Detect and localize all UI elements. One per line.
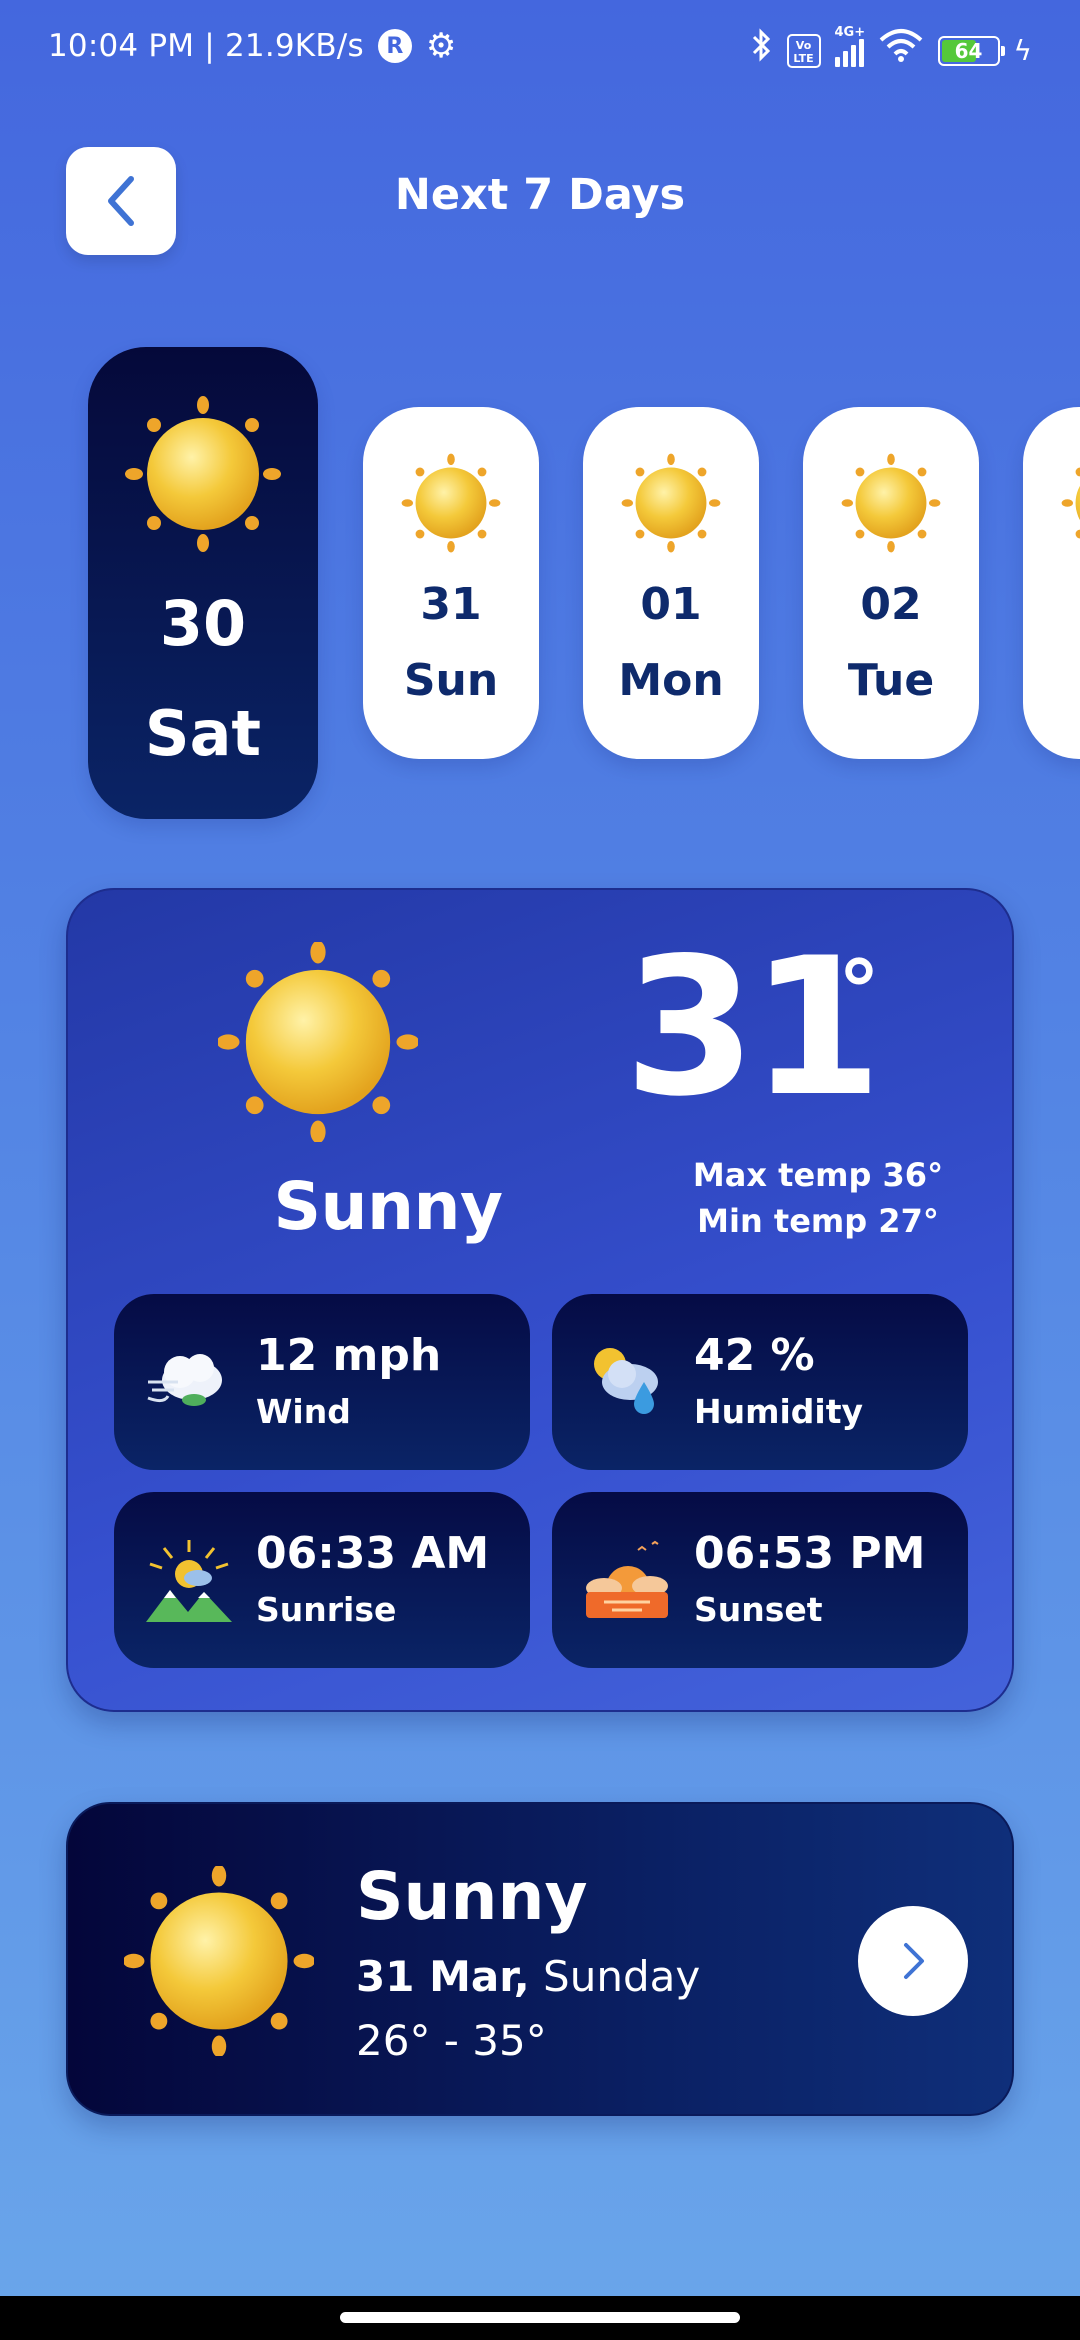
sunrise-value: 06:33 AM [256,1528,490,1579]
wind-cloud-icon [147,1354,222,1406]
day-number: 01 [640,579,702,630]
day-number: 31 [420,579,482,630]
day-name: W [1023,655,1080,706]
sunrise-tile: 06:33 AM Sunrise [114,1492,530,1668]
forecast-weekday: Sunday [529,1952,701,2001]
sunset-value: 06:53 PM [694,1528,926,1579]
forecast-card[interactable]: Sunny 31 Mar, Sunday 26° - 35° [66,1802,1014,2116]
sun-icon [1061,467,1080,539]
max-temp: Max temp 36° [692,1156,944,1194]
day-selector: 30 Sat 31 Sun 01 Mon 02 Tue [0,330,1080,850]
sun-icon [841,453,941,553]
day-card-sun[interactable]: 31 Sun [363,407,539,759]
status-left: 10:04 PM | 21.9KB/s R ⚙ [48,28,456,64]
wind-tile: 12 mph Wind [114,1294,530,1470]
sun-icon [401,453,501,553]
humidity-value: 42 % [694,1330,815,1381]
day-card-mon[interactable]: 01 Mon [583,407,759,759]
temp-range: Max temp 36° Min temp 27° [598,1152,1038,1244]
status-right: Vo LTE 4G+ 64 ϟ [751,25,1032,73]
degree-symbol: ° [838,942,880,1040]
forecast-date-bold: 31 Mar, [356,1952,530,2001]
sunrise-label: Sunrise [256,1590,397,1629]
sunset-tile: 06:53 PM Sunset [552,1492,968,1668]
gear-icon: ⚙ [425,26,457,66]
day-name: Tue [847,655,935,706]
day-name: Sat [144,697,262,770]
sunset-icon [586,1540,668,1618]
cellular-signal-icon: 4G+ [834,25,865,67]
humidity-tile: 42 % Humidity [552,1294,968,1470]
battery-percent: 64 [954,38,983,63]
day-card-tue[interactable]: 02 Tue [803,407,979,759]
forecast-condition: Sunny [356,1858,588,1935]
wind-label: Wind [256,1392,351,1431]
day-name: Sun [403,655,499,706]
system-nav-bar [0,2296,1080,2340]
sunset-label: Sunset [694,1590,823,1629]
min-temp: Min temp 27° [697,1202,939,1240]
status-bar: 10:04 PM | 21.9KB/s R ⚙ Vo LTE 4G+ 64 ϟ [0,0,1080,100]
sun-icon [621,453,721,553]
battery-icon: 64 [937,35,1005,66]
volte-icon: Vo LTE [786,33,821,68]
day-number: 02 [860,579,922,630]
bluetooth-icon [751,28,773,73]
sun-icon [125,396,281,552]
current-weather-panel: Sunny 31 ° Max temp 36° Min temp 27° 12 … [66,888,1014,1712]
wifi-icon [878,28,924,73]
status-time: 10:04 PM | 21.9KB/s [48,28,364,64]
sunrise-icon [146,1540,232,1622]
humidity-label: Humidity [694,1392,864,1431]
humidity-icon [594,1348,658,1414]
condition-label: Sunny [273,1168,503,1245]
charging-icon: ϟ [1013,34,1032,67]
day-card-sat[interactable]: 30 Sat [88,347,318,819]
next-button[interactable] [858,1906,968,2016]
forecast-date: 31 Mar, Sunday [356,1952,700,2001]
day-name: Mon [618,655,724,706]
app-notification-icon: R [377,29,412,63]
sun-icon [218,942,418,1142]
chevron-right-icon [904,1943,924,1979]
day-number: 30 [159,587,247,660]
wind-value: 12 mph [256,1330,442,1381]
day-card-wed[interactable]: W [1023,407,1080,759]
network-type-label: 4G+ [834,24,866,40]
sun-icon [124,1866,314,2056]
home-indicator[interactable] [340,2312,740,2323]
forecast-temp-range: 26° - 35° [356,2016,547,2065]
page-title: Next 7 Days [394,170,686,220]
